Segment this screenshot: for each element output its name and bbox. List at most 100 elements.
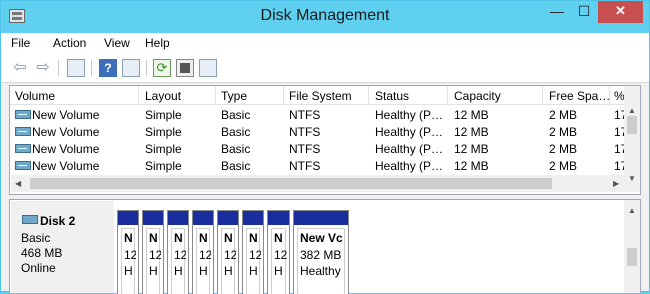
menu-file[interactable]: File: [11, 36, 30, 50]
volume-name: New Volume: [32, 159, 100, 173]
menu-help[interactable]: Help: [145, 36, 170, 50]
disk-label-panel[interactable]: Disk 2 Basic 468 MB Online: [11, 201, 114, 293]
volume-type: Basic: [221, 108, 251, 122]
partition-block[interactable]: N 12 H: [192, 210, 214, 294]
partition-name: N: [174, 231, 183, 245]
volume-free-space: 2 MB: [549, 125, 578, 139]
volume-list-header: Volume Layout Type File System Status Ca…: [10, 86, 640, 105]
partition-block[interactable]: N 12 H: [117, 210, 139, 294]
partition-name: N: [224, 231, 233, 245]
properties-pane-icon[interactable]: [122, 59, 140, 77]
disk-view-vertical-scrollbar[interactable]: ▲: [624, 200, 640, 293]
volume-file-system: NTFS: [289, 125, 321, 139]
volume-file-system: NTFS: [289, 142, 321, 156]
column-divider[interactable]: [609, 86, 610, 105]
volume-row[interactable]: New Volume Simple Basic NTFS Healthy (P……: [10, 123, 624, 140]
close-button[interactable]: ✕: [598, 1, 643, 23]
partition-body: New Vc 382 MB Healthy: [297, 228, 345, 294]
volume-row[interactable]: New Volume Simple Basic NTFS Healthy (P……: [10, 157, 624, 174]
column-divider[interactable]: [138, 86, 139, 105]
volume-capacity: 12 MB: [454, 142, 489, 156]
toolbar-separator: [58, 60, 59, 76]
volume-layout: Simple: [145, 159, 182, 173]
menu-action[interactable]: Action: [53, 36, 86, 50]
partition-block[interactable]: N 12 H: [167, 210, 189, 294]
toolbar-separator: [146, 60, 147, 76]
partition-body: N 12 H: [121, 228, 136, 294]
column-divider[interactable]: [542, 86, 543, 105]
scroll-up-icon[interactable]: ▲: [628, 106, 636, 115]
column-layout[interactable]: Layout: [145, 89, 215, 103]
scroll-up-icon[interactable]: ▲: [628, 206, 636, 215]
volume-file-system: NTFS: [289, 159, 321, 173]
column-divider[interactable]: [215, 86, 216, 105]
partition-size: 12: [249, 248, 261, 262]
menu-bar: File Action View Help: [1, 33, 649, 53]
vertical-scroll-thumb[interactable]: [627, 116, 637, 134]
partition-header-bar: [168, 211, 188, 225]
partition-size: 12: [199, 248, 211, 262]
partition-size: 382 MB: [300, 248, 342, 262]
maximize-button[interactable]: ☐: [571, 1, 597, 23]
volume-icon: [15, 144, 31, 153]
partition-size: 12: [149, 248, 161, 262]
column-divider[interactable]: [447, 86, 448, 105]
back-icon[interactable]: ⇦: [11, 59, 29, 77]
partition-block[interactable]: N 12 H: [142, 210, 164, 294]
volume-capacity: 12 MB: [454, 125, 489, 139]
volume-type: Basic: [221, 159, 251, 173]
column-divider[interactable]: [368, 86, 369, 105]
scroll-left-icon[interactable]: ◀: [15, 179, 21, 188]
volume-list-vertical-scrollbar[interactable]: ▲ ▼: [624, 86, 640, 192]
column-type[interactable]: Type: [221, 89, 281, 103]
disk-type: Basic: [21, 231, 51, 245]
volume-file-system: NTFS: [289, 108, 321, 122]
volume-icon: [15, 127, 31, 136]
column-volume[interactable]: Volume: [15, 89, 135, 103]
volume-status: Healthy (P…: [375, 108, 444, 122]
scroll-down-icon[interactable]: ▼: [628, 174, 636, 183]
column-percent-free[interactable]: %: [614, 89, 624, 103]
partition-block[interactable]: New Vc 382 MB Healthy: [293, 210, 349, 294]
volume-percent-free: 17: [614, 159, 624, 173]
column-status[interactable]: Status: [375, 89, 445, 103]
console-tree-icon[interactable]: [67, 59, 85, 77]
volume-status: Healthy (P…: [375, 159, 444, 173]
partition-body: N 12 H: [221, 228, 236, 294]
partition-block[interactable]: N 12 H: [217, 210, 239, 294]
minimize-button[interactable]: —: [544, 1, 570, 23]
partition-status: H: [274, 264, 283, 278]
volume-layout: Simple: [145, 142, 182, 156]
partition-block[interactable]: N 12 H: [267, 210, 290, 294]
vertical-scroll-thumb[interactable]: [627, 248, 637, 266]
volume-capacity: 12 MB: [454, 159, 489, 173]
partition-status: H: [249, 264, 258, 278]
title-bar[interactable]: Disk Management — ☐ ✕: [1, 1, 649, 33]
horizontal-scroll-thumb[interactable]: [30, 178, 552, 189]
volume-list-horizontal-scrollbar[interactable]: ◀ ▶: [11, 175, 624, 192]
column-divider[interactable]: [283, 86, 284, 105]
partition-block[interactable]: N 12 H: [242, 210, 264, 294]
volume-name: New Volume: [32, 108, 100, 122]
scroll-right-icon[interactable]: ▶: [613, 179, 619, 188]
rescan-icon[interactable]: [199, 59, 217, 77]
menu-view[interactable]: View: [104, 36, 130, 50]
volume-list[interactable]: Volume Layout Type File System Status Ca…: [9, 85, 641, 195]
refresh-icon[interactable]: ⟳: [153, 59, 171, 77]
volume-percent-free: 17: [614, 142, 624, 156]
column-file-system[interactable]: File System: [289, 89, 367, 103]
column-free-space[interactable]: Free Spa…: [549, 89, 609, 103]
partition-status: H: [124, 264, 133, 278]
help-icon[interactable]: ?: [99, 59, 117, 77]
volume-row[interactable]: New Volume Simple Basic NTFS Healthy (P……: [10, 106, 624, 123]
properties-icon[interactable]: [176, 59, 194, 77]
partition-header-bar: [243, 211, 263, 225]
partition-status: H: [199, 264, 208, 278]
volume-row[interactable]: New Volume Simple Basic NTFS Healthy (P……: [10, 140, 624, 157]
partition-size: 12: [224, 248, 236, 262]
toolbar: ⇦ ⇨ ? ⟳: [1, 53, 649, 83]
forward-icon[interactable]: ⇨: [34, 59, 52, 77]
disk-graphical-view[interactable]: Disk 2 Basic 468 MB Online N 12 H N 12 H: [9, 199, 641, 294]
column-capacity[interactable]: Capacity: [454, 89, 539, 103]
partition-header-bar: [218, 211, 238, 225]
